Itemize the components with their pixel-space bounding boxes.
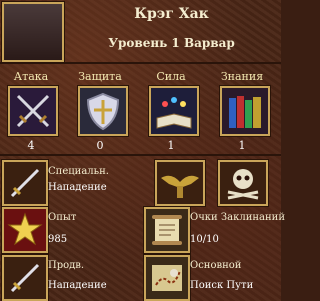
secondary-skill-pathfinding[interactable] — [144, 255, 190, 301]
luck-indicator[interactable] — [218, 160, 268, 206]
attack-value: 4 — [27, 139, 35, 152]
experience-label: Опыт — [48, 212, 77, 223]
experience-value: 985 — [48, 234, 68, 245]
secondary-skill-name: Поиск Пути — [190, 280, 254, 291]
secondary-skill-name: Нападение — [48, 280, 107, 291]
map-icon — [146, 257, 188, 299]
divider — [0, 62, 281, 64]
knowledge-stat[interactable] — [220, 86, 270, 136]
power-stat[interactable] — [149, 86, 199, 136]
spell-points-label: Очки Заклинаний — [190, 212, 285, 223]
divider — [0, 154, 281, 156]
secondary-skill-level: Основной — [190, 260, 242, 271]
skull-icon — [220, 162, 266, 204]
hero-panel: Крэг Хак Уровень 1 Варвар Атака Защита С… — [0, 0, 285, 301]
sword-icon — [4, 162, 46, 204]
experience-icon-frame[interactable] — [2, 207, 48, 253]
morale-indicator[interactable] — [155, 160, 205, 206]
knowledge-value: 1 — [238, 139, 246, 152]
hero-level-class: Уровень 1 Варвар — [108, 36, 235, 50]
power-value: 1 — [167, 139, 175, 152]
books-icon — [222, 88, 268, 134]
power-label: Сила — [156, 70, 186, 83]
spell-points-icon-frame[interactable] — [144, 207, 190, 253]
defense-label: Защита — [78, 70, 122, 83]
spellbook-icon — [151, 88, 197, 134]
attack-label: Атака — [13, 70, 49, 83]
sword-icon — [4, 257, 46, 299]
hero-name: Крэг Хак — [134, 6, 209, 22]
specialty-icon-frame[interactable] — [2, 160, 48, 206]
specialty-value: Нападение — [48, 182, 107, 193]
scroll-icon — [146, 209, 188, 251]
specialty-label: Специальн. — [48, 166, 109, 177]
crossed-swords-icon — [10, 88, 56, 134]
star-icon — [4, 209, 46, 251]
secondary-skill-level: Продв. — [48, 260, 85, 271]
attack-stat[interactable] — [8, 86, 58, 136]
eagle-icon — [157, 162, 203, 204]
shield-icon — [80, 88, 126, 134]
knowledge-label: Знания — [220, 70, 264, 83]
spell-points-value: 10/10 — [190, 234, 219, 245]
hero-portrait[interactable] — [2, 2, 64, 62]
secondary-skill-offense[interactable] — [2, 255, 48, 301]
defense-stat[interactable] — [78, 86, 128, 136]
defense-value: 0 — [96, 139, 104, 152]
